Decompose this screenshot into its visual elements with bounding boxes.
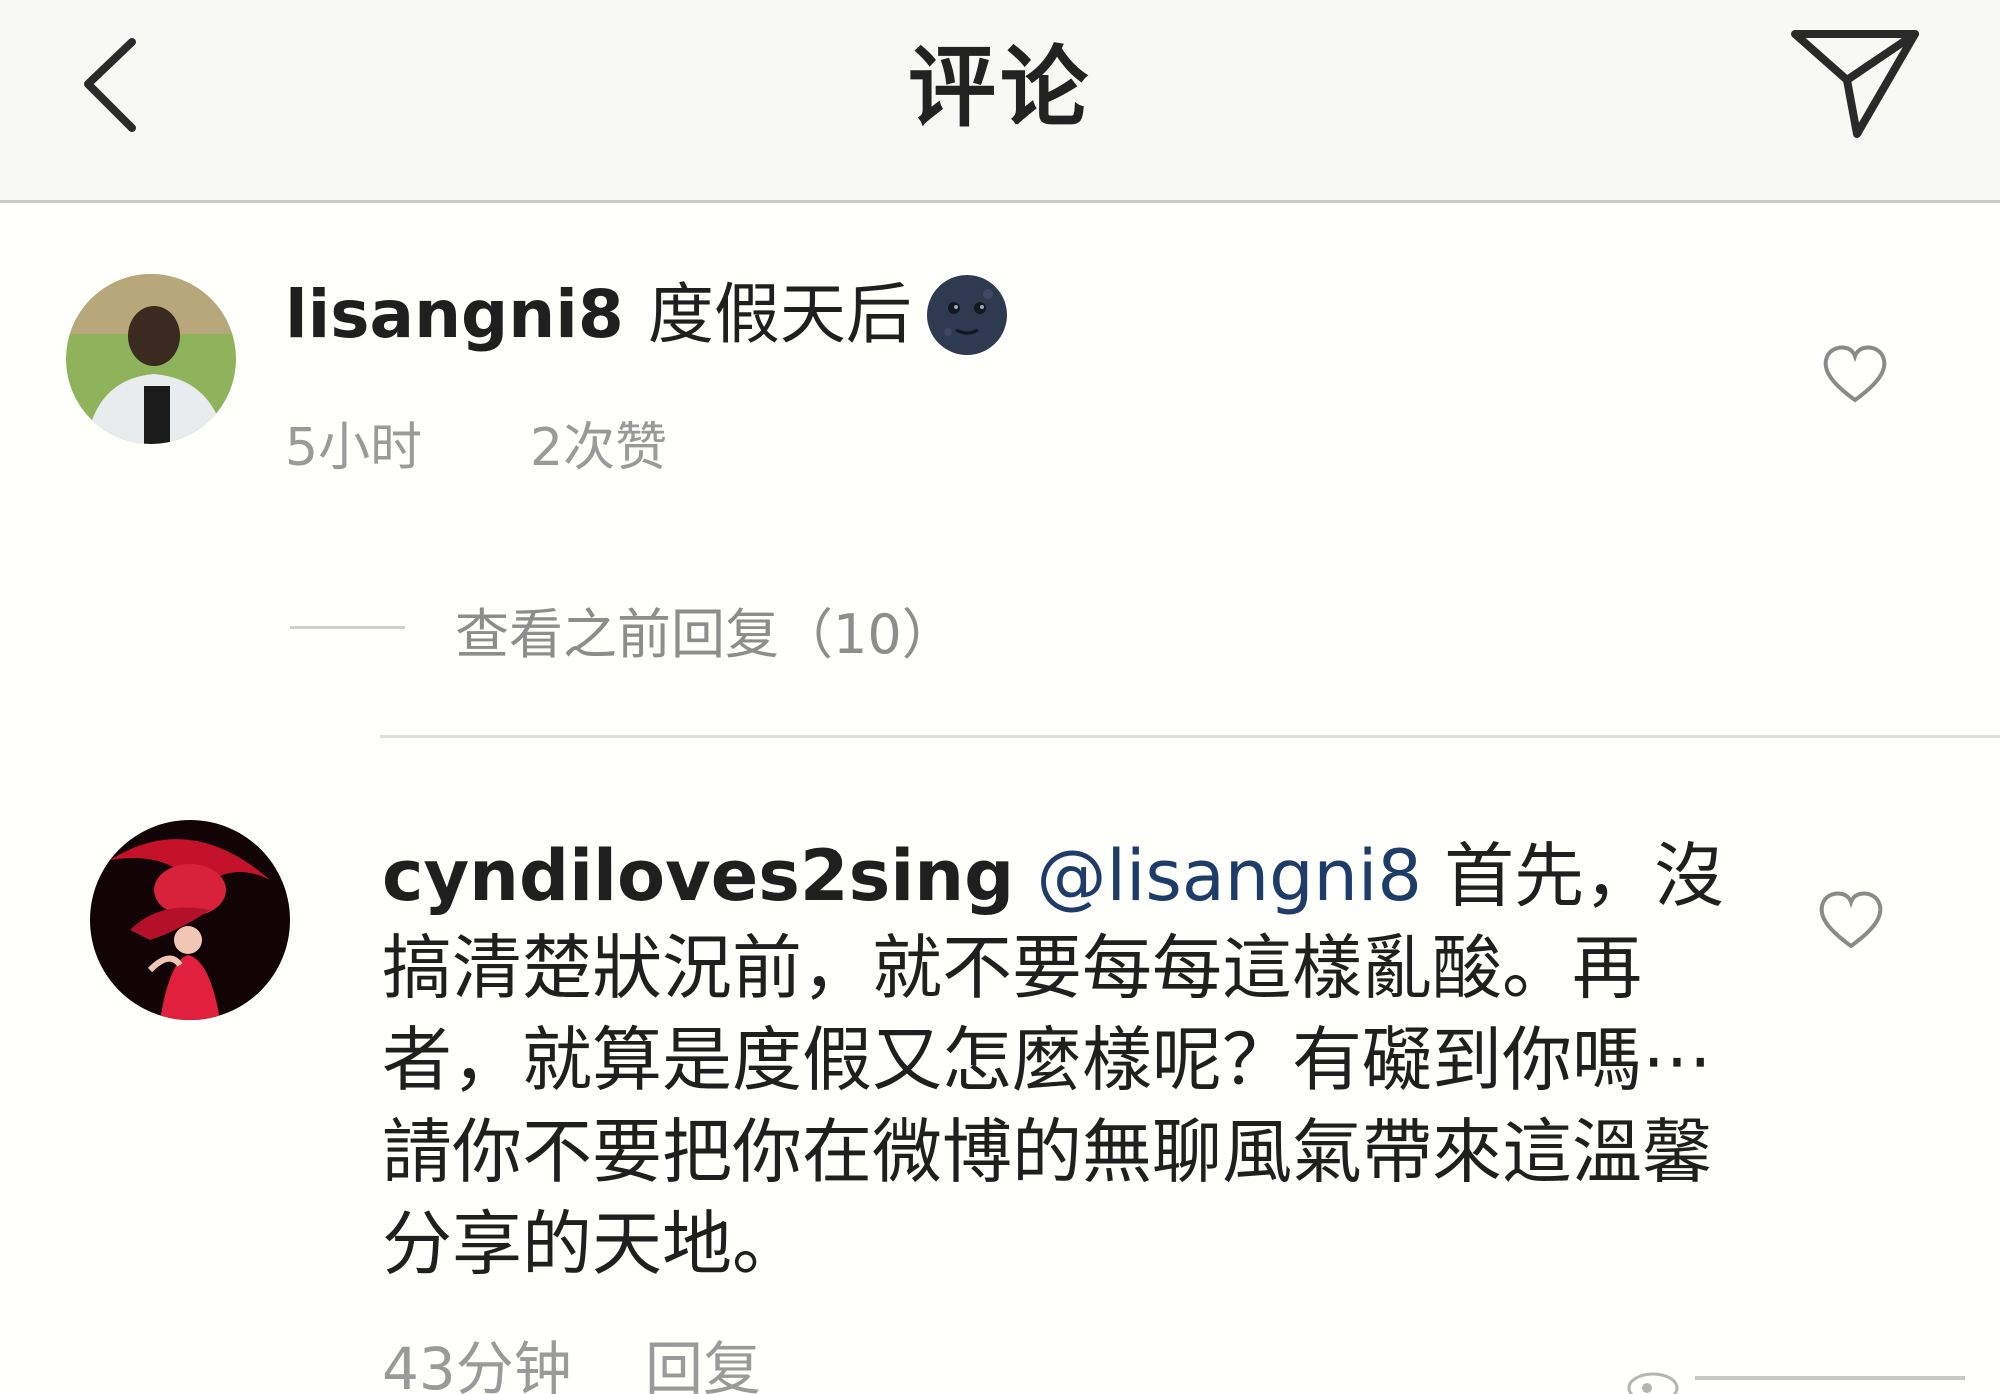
watermark-logo — [1625, 1362, 1985, 1394]
comment-username[interactable]: cyndiloves2sing — [382, 835, 1014, 917]
comment-text: 度假天后 — [647, 276, 912, 353]
reply-button[interactable]: 回复 — [645, 1322, 761, 1394]
comment-line: lisangni8 度假天后 — [285, 270, 1008, 360]
comment-body: cyndiloves2sing @lisangni8 首先，沒搞清楚狀況前，就不… — [382, 830, 1742, 1290]
view-previous-replies-link[interactable]: 查看之前回复（10） — [455, 590, 956, 669]
comments-screen: 评论 lisangni8 度假天后 5小时 2次赞 查看之前回复（10） cyn… — [0, 0, 2000, 1394]
avatar[interactable] — [66, 274, 236, 444]
comment-likes-count[interactable]: 2次赞 — [530, 405, 667, 480]
mention-link[interactable]: @lisangni8 — [1037, 835, 1422, 917]
comment-time: 43分钟 — [382, 1335, 572, 1394]
user-photo-avatar — [90, 820, 290, 1020]
user-photo-avatar — [66, 274, 236, 444]
header-bar: 评论 — [0, 0, 2000, 203]
new-moon-face-icon — [926, 274, 1008, 356]
paper-plane-icon — [1791, 30, 1919, 138]
like-button[interactable] — [1816, 888, 1886, 952]
back-button[interactable] — [70, 20, 170, 140]
section-divider — [380, 735, 2000, 738]
like-button[interactable] — [1820, 342, 1890, 406]
comment-time: 5小时 — [285, 418, 423, 478]
avatar[interactable] — [90, 820, 290, 1020]
comment-username[interactable]: lisangni8 — [285, 270, 624, 360]
replies-divider-line — [290, 626, 405, 629]
share-button[interactable] — [1785, 20, 1925, 150]
chevron-left-icon — [84, 38, 136, 132]
heart-icon — [1823, 345, 1887, 403]
page-title: 评论 — [907, 36, 1092, 139]
heart-icon — [1819, 891, 1883, 949]
